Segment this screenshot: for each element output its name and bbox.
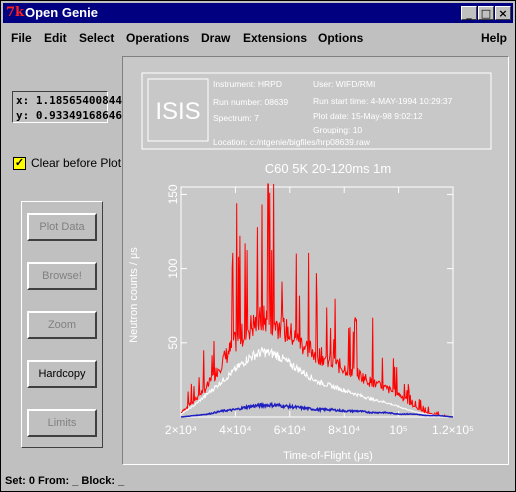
- zoom-button[interactable]: Zoom: [27, 311, 97, 339]
- limits-button[interactable]: Limits: [27, 409, 97, 437]
- info-instrument: Instrument: HRPD: [213, 79, 282, 89]
- menu-bar: File Edit Select Operations Draw Extensi…: [3, 28, 513, 48]
- info-run-number: Run number: 08639: [213, 97, 288, 107]
- tk-feather-icon: 7k: [6, 5, 25, 20]
- plot-series: [180, 183, 454, 418]
- plot-data-button[interactable]: Plot Data: [27, 213, 97, 241]
- menu-operations[interactable]: Operations: [126, 31, 189, 45]
- info-location: Location: c:/ntgenie/bigfiles/hrp08639.r…: [213, 137, 371, 147]
- info-grouping: Grouping: 10: [313, 125, 362, 135]
- menu-options[interactable]: Options: [318, 31, 363, 45]
- title-bar[interactable]: 7k Open Genie _ □ ×: [3, 3, 513, 23]
- menu-select[interactable]: Select: [79, 31, 114, 45]
- cursor-y-readout: y: 0.933491686461: [16, 109, 129, 122]
- chart-title: C60 5K 20-120ms 1m: [265, 161, 391, 176]
- info-spectrum: Spectrum: 7: [213, 113, 259, 123]
- app-window: 7k Open Genie _ □ × File Edit Select Ope…: [0, 0, 516, 492]
- info-plot-date: Plot date: 15-May-98 9:02:12: [313, 111, 423, 121]
- clear-before-plot-checkbox[interactable]: ✓: [13, 157, 26, 170]
- menu-help[interactable]: Help: [481, 31, 507, 45]
- status-bar: Set: 0 From: _ Block: _: [5, 475, 125, 487]
- menu-extensions[interactable]: Extensions: [243, 31, 307, 45]
- cursor-x-readout: x: 1.18565400844: [16, 94, 122, 107]
- y-tick-label: 150: [166, 184, 180, 204]
- clear-before-plot-label: Clear before Plot: [31, 156, 122, 170]
- y-tick-label: 100: [166, 258, 180, 278]
- x-axis-label: Time-of-Flight (μs): [283, 450, 373, 462]
- series-line-2: [180, 346, 454, 418]
- plot-canvas[interactable]: ISIS Instrument: HRPD Run number: 08639 …: [123, 57, 508, 464]
- minimize-button[interactable]: _: [461, 6, 477, 20]
- info-user: User: WIFD/RMI: [313, 79, 375, 89]
- x-tick-label: 2×10⁴: [165, 423, 197, 437]
- close-button[interactable]: ×: [495, 6, 511, 20]
- browse-button[interactable]: Browse!: [27, 262, 97, 290]
- plot-axes: 2×10⁴ 4×10⁴ 6×10⁴ 8×10⁴ 10⁵ 1.2×10⁵ 50 100 150: [165, 184, 474, 437]
- x-tick-label: 8×10⁴: [328, 423, 360, 437]
- isis-logo: ISIS: [155, 98, 200, 125]
- hardcopy-button[interactable]: Hardcopy: [27, 360, 97, 388]
- x-tick-label: 10⁵: [389, 423, 407, 437]
- x-tick-label: 4×10⁴: [219, 423, 251, 437]
- menu-file[interactable]: File: [11, 31, 32, 45]
- menu-edit[interactable]: Edit: [44, 31, 67, 45]
- action-button-panel: Plot Data Browse! Zoom Hardcopy Limits: [21, 201, 103, 448]
- x-tick-label: 1.2×10⁵: [432, 423, 474, 437]
- window-title: Open Genie: [25, 5, 98, 20]
- y-axis-label: Neutron counts / μs: [128, 247, 140, 343]
- menu-draw[interactable]: Draw: [201, 31, 230, 45]
- x-tick-label: 6×10⁴: [274, 423, 306, 437]
- y-tick-label: 50: [166, 336, 180, 350]
- cursor-coordinates: x: 1.18565400844 y: 0.933491686461: [12, 91, 129, 123]
- plot-area[interactable]: ISIS Instrument: HRPD Run number: 08639 …: [122, 56, 509, 465]
- info-run-start: Run start time: 4-MAY-1994 10:29:37: [313, 96, 453, 106]
- maximize-button[interactable]: □: [478, 6, 494, 20]
